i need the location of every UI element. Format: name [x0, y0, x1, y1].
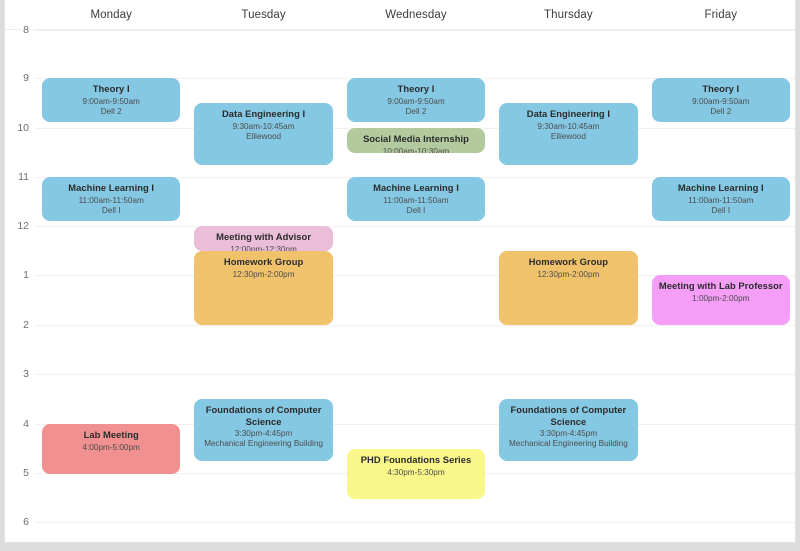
event-location: Dell I: [711, 205, 731, 215]
event-title: Theory I: [702, 83, 740, 94]
event-time: 1:00pm-2:00pm: [692, 293, 750, 303]
weekly-calendar: Monday Tuesday Wednesday Thursday Friday 8 9 1…: [4, 0, 796, 543]
event-time: 9:00am-9:50am: [692, 96, 750, 106]
day-header-monday[interactable]: Monday: [35, 0, 187, 30]
event-block[interactable]: PHD Foundations Series 4:30pm-5:30pm: [346, 449, 486, 499]
event-block[interactable]: Theory I 9:00am-9:50am Dell 2: [651, 78, 790, 122]
hour-gridline: [35, 226, 795, 227]
event-time: 9:30am-10:45am: [232, 121, 295, 131]
event-time: 9:00am-9:50am: [387, 96, 445, 106]
event-title: Meeting with Advisor: [216, 231, 312, 242]
event-time: 11:00am-11:50am: [78, 195, 144, 205]
hour-label-9: 9: [23, 72, 29, 84]
event-title: Lab Meeting: [83, 429, 139, 440]
hour-label-11: 11: [18, 171, 29, 183]
event-block[interactable]: Data Engineering I 9:30am-10:45am Elliewoo…: [194, 103, 333, 165]
event-location: Dell I: [406, 205, 426, 215]
hour-gridline: [35, 522, 795, 523]
hour-label-5: 5: [23, 467, 29, 479]
event-title: Machine Learning I: [373, 182, 459, 193]
hour-label-3: 3: [23, 368, 29, 380]
hour-label-10: 10: [17, 122, 29, 134]
hour-label-12: 12: [17, 220, 29, 232]
event-time: 12:30pm-2:00pm: [232, 269, 295, 279]
event-time: 11:00am-11:50am: [383, 195, 449, 205]
event-block[interactable]: Meeting with Advisor 12:00pm-12:30pm: [194, 226, 333, 252]
event-title: PHD Foundations Series: [360, 454, 472, 465]
event-time: 9:30am-10:45am: [537, 121, 600, 131]
event-block[interactable]: Lab Meeting 4:00pm-5:00pm: [42, 424, 181, 474]
event-block[interactable]: Foundations of Computer Science 3:30pm-4:…: [499, 399, 638, 461]
event-block[interactable]: Machine Learning I 11:00am-11:50am Dell I: [651, 177, 790, 221]
event-title: Meeting with Lab Professor: [658, 280, 783, 291]
event-block[interactable]: Machine Learning I 11:00am-11:50am Dell I: [346, 177, 486, 221]
hour-label-2: 2: [23, 319, 29, 331]
hour-gridline: [35, 374, 795, 375]
event-title: Data Engineering I: [221, 108, 306, 119]
event-location: Mechanical Engineering Building: [204, 439, 323, 448]
event-time: 9:00am-9:50am: [82, 96, 140, 106]
event-time: 12:30pm-2:00pm: [537, 269, 600, 279]
event-title: Homework Group: [528, 256, 609, 267]
event-location: Mechanical Engineering Building: [508, 439, 628, 448]
calendar-grid: 8 9 10 11 12 1 2 3 4 5 6 Theory I 9:00am-9:50am Dell …: [5, 24, 795, 542]
event-block[interactable]: Data Engineering I 9:30am-10:45am Elliewoo…: [499, 103, 638, 165]
event-title: Social Media Internship: [363, 133, 469, 144]
day-header-row: Monday Tuesday Wednesday Thursday Friday: [5, 0, 795, 30]
event-location: Dell I: [101, 205, 121, 215]
day-header-wednesday[interactable]: Wednesday: [340, 0, 492, 30]
event-time: 4:00pm-5:00pm: [82, 442, 140, 452]
event-title: Machine Learning I: [68, 182, 155, 193]
event-location: Dell 2: [405, 106, 427, 116]
event-time: 3:30pm-4:45pm: [539, 429, 598, 438]
event-block[interactable]: Theory I 9:00am-9:50am Dell 2: [42, 78, 181, 122]
event-time: 12:00pm-12:30pm: [230, 244, 297, 252]
event-block[interactable]: Theory I 9:00am-9:50am Dell 2: [346, 78, 486, 122]
day-header-tuesday[interactable]: Tuesday: [187, 0, 339, 30]
event-time: 10:00am-10:30am: [382, 146, 450, 154]
event-title: Data Engineering I: [526, 108, 610, 119]
event-block[interactable]: Foundations of Computer Science 3:30pm-4:…: [194, 399, 333, 461]
event-title: Theory I: [397, 83, 435, 94]
hour-gridline: [35, 30, 795, 31]
event-title: Theory I: [92, 83, 130, 94]
event-location: Elliewood: [246, 131, 282, 141]
event-block[interactable]: Homework Group 12:30pm-2:00pm: [194, 251, 333, 325]
day-header-friday[interactable]: Friday: [645, 0, 795, 30]
event-block[interactable]: Meeting with Lab Professor 1:00pm-2:00pm: [651, 275, 790, 325]
event-title: Foundations of Computer Science: [510, 404, 627, 427]
event-title: Machine Learning I: [677, 182, 764, 193]
event-title: Homework Group: [223, 256, 304, 267]
hour-label-8: 8: [23, 24, 29, 36]
hour-label-6: 6: [23, 516, 29, 528]
event-location: Dell 2: [710, 106, 732, 116]
event-block[interactable]: Homework Group 12:30pm-2:00pm: [499, 251, 638, 325]
event-title: Foundations of Computer Science: [205, 404, 322, 427]
event-time: 3:30pm-4:45pm: [234, 429, 293, 438]
event-time: 11:00am-11:50am: [688, 195, 754, 205]
event-location: Dell 2: [100, 106, 122, 116]
event-time: 4:30pm-5:30pm: [387, 467, 445, 477]
hour-label-1: 1: [23, 269, 29, 281]
day-header-thursday[interactable]: Thursday: [492, 0, 644, 30]
event-location: Elliewood: [550, 131, 586, 141]
hour-label-4: 4: [23, 418, 29, 430]
event-block[interactable]: Social Media Internship 10:00am-10:30am: [346, 128, 486, 154]
hour-gridline: [35, 325, 795, 326]
event-block[interactable]: Machine Learning I 11:00am-11:50am Dell I: [42, 177, 181, 221]
